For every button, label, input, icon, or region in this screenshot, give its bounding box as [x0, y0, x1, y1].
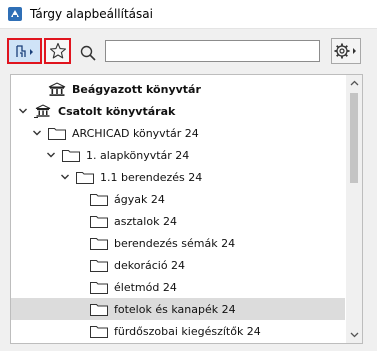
tree-item[interactable]: fürdőszobai kiegészítők 24 [11, 320, 345, 342]
tree-item[interactable]: életmód 24 [11, 276, 345, 298]
tree-item-label: fürdőszobai kiegészítők 24 [114, 324, 261, 338]
tree-item-label: Csatolt könyvtárak [58, 104, 176, 118]
chevron-up-icon [350, 80, 358, 86]
tree-item[interactable]: berendezés sémák 24 [11, 232, 345, 254]
vertical-scrollbar[interactable] [346, 75, 362, 343]
folder-icon [90, 238, 108, 250]
scroll-down-button[interactable] [346, 327, 362, 343]
toolbar [0, 29, 377, 73]
folder-icon [90, 216, 108, 228]
tree-item[interactable]: fotelok és kanapék 24 [11, 298, 345, 320]
scrollbar-thumb[interactable] [350, 93, 358, 183]
linked-library-icon [34, 104, 51, 118]
folder-icon [90, 282, 108, 294]
tree-item[interactable]: 1. alapkönyvtár 24 [11, 144, 345, 166]
tree-item-label: Beágyazott könyvtár [72, 82, 201, 96]
search-icon [80, 45, 96, 61]
tree-item[interactable]: ARCHICAD könyvtár 24 [11, 122, 345, 144]
chevron-down-icon[interactable] [17, 105, 29, 117]
library-object-icon [15, 45, 33, 57]
scroll-up-button[interactable] [346, 75, 362, 91]
folder-icon [76, 172, 94, 184]
tree-item-label: ágyak 24 [114, 192, 165, 206]
tree-item-label: 1.1 berendezés 24 [100, 170, 203, 184]
folder-icon [90, 194, 108, 206]
tree-item-label: fotelok és kanapék 24 [114, 302, 236, 316]
chevron-down-icon[interactable] [31, 127, 43, 139]
chevron-down-icon[interactable] [59, 171, 71, 183]
folder-icon [90, 304, 108, 316]
tree-item-label: ARCHICAD könyvtár 24 [72, 126, 199, 140]
library-tree[interactable]: Beágyazott könyvtár Csatolt könyvtárak ARC… [10, 74, 363, 344]
folder-icon [62, 150, 80, 162]
window-title: Tárgy alapbeállításai [30, 7, 153, 21]
folder-icon [90, 326, 108, 338]
folder-icon [90, 260, 108, 272]
library-icon [48, 82, 66, 96]
tree-item[interactable]: Csatolt könyvtárak [11, 100, 345, 122]
chevron-down-icon[interactable] [45, 149, 57, 161]
tree-item-label: életmód 24 [114, 280, 177, 294]
tree-item-label: 1. alapkönyvtár 24 [86, 148, 190, 162]
folder-icon [48, 128, 66, 140]
tree-item-label: berendezés sémák 24 [114, 236, 236, 250]
star-icon [49, 42, 66, 59]
tree-item[interactable]: 1.1 berendezés 24 [11, 166, 345, 188]
gear-icon [334, 43, 356, 59]
tree-item[interactable]: Beágyazott könyvtár [11, 78, 345, 100]
app-icon [8, 7, 22, 21]
favorites-button[interactable] [44, 38, 71, 64]
tree-item[interactable]: asztalok 24 [11, 210, 345, 232]
tree-item-label: asztalok 24 [114, 214, 177, 228]
settings-button[interactable] [331, 38, 361, 64]
tree-item[interactable]: ágyak 24 [11, 188, 345, 210]
library-objects-button[interactable] [7, 38, 42, 64]
search-input[interactable] [105, 40, 320, 62]
tree-item[interactable]: dekoráció 24 [11, 254, 345, 276]
title-bar: Tárgy alapbeállításai [0, 0, 377, 29]
tree-item-label: dekoráció 24 [114, 258, 186, 272]
chevron-down-icon [350, 332, 358, 338]
